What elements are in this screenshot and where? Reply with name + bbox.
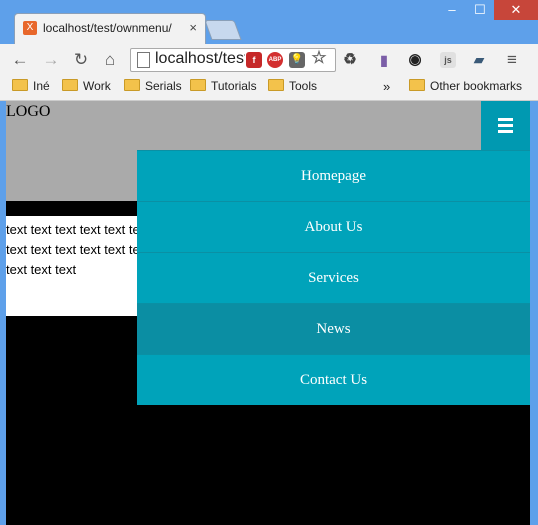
site-logo[interactable]: LOGO xyxy=(6,103,50,121)
page-viewport: LOGO text text text text text text text … xyxy=(6,101,530,525)
bookmark-folder-work[interactable]: Work xyxy=(62,79,111,93)
js-icon[interactable]: js xyxy=(440,52,456,68)
browser-tab[interactable]: X localhost/test/ownmenu/ × xyxy=(14,13,206,45)
bookmarks-bar: Iné Work Serials Tutorials Tools » Other… xyxy=(0,76,538,101)
page-icon xyxy=(137,52,150,68)
hamburger-menu-button[interactable] xyxy=(481,101,530,150)
content-text: text text text text text text text text … xyxy=(6,222,150,277)
bookmark-folder-tutorials[interactable]: Tutorials xyxy=(190,79,257,93)
hamburger-icon xyxy=(498,130,513,133)
close-window-button[interactable]: ✕ xyxy=(494,0,538,20)
chrome-menu-icon[interactable]: ≡ xyxy=(502,50,522,70)
browser-toolbar: ← → ↻ ⌂ localhost/test/ownmenu/ f ABP 💡 … xyxy=(0,44,538,76)
adblock-icon[interactable]: ABP xyxy=(267,52,283,68)
window-titlebar: X localhost/test/ownmenu/ × – ☐ ✕ xyxy=(0,0,538,45)
folder-icon xyxy=(62,79,78,91)
dropdown-nav-menu: Homepage About Us Services News Contact … xyxy=(137,150,530,405)
tab-title: localhost/test/ownmenu/ xyxy=(43,21,172,35)
bookmark-folder-tools[interactable]: Tools xyxy=(268,79,317,93)
url-text[interactable]: localhost/test/ownmenu/ xyxy=(155,50,245,68)
flash-icon[interactable]: f xyxy=(246,52,262,68)
tab-close-icon[interactable]: × xyxy=(189,20,197,35)
recycle-icon[interactable]: ♻ xyxy=(342,52,358,68)
folder-icon xyxy=(12,79,28,91)
menu-item-homepage[interactable]: Homepage xyxy=(137,150,530,201)
home-icon[interactable]: ⌂ xyxy=(100,50,120,70)
folder-icon xyxy=(124,79,140,91)
reload-icon[interactable]: ↻ xyxy=(71,50,91,70)
phone-icon[interactable]: ▮ xyxy=(376,52,392,68)
menu-item-news[interactable]: News xyxy=(137,303,530,354)
folder-icon xyxy=(268,79,284,91)
maximize-button[interactable]: ☐ xyxy=(466,0,494,20)
address-bar[interactable]: localhost/test/ownmenu/ xyxy=(130,48,336,72)
star-icon[interactable]: ☆ xyxy=(311,49,327,66)
bulb-icon[interactable]: 💡 xyxy=(289,52,305,68)
color-wheel-icon[interactable]: ◉ xyxy=(407,52,423,68)
forward-arrow-icon[interactable]: → xyxy=(41,50,61,70)
other-bookmarks-folder[interactable]: Other bookmarks xyxy=(409,79,522,93)
folder-icon xyxy=(190,79,206,91)
minimize-button[interactable]: – xyxy=(438,0,466,20)
new-tab-button[interactable] xyxy=(204,20,242,40)
menu-item-contact-us[interactable]: Contact Us xyxy=(137,354,530,405)
bookmark-folder-serials[interactable]: Serials xyxy=(124,79,182,93)
hamburger-icon xyxy=(498,124,513,127)
xampp-favicon-icon: X xyxy=(23,21,37,35)
bookmark-folder-ine[interactable]: Iné xyxy=(12,79,50,93)
menu-item-services[interactable]: Services xyxy=(137,252,530,303)
back-arrow-icon[interactable]: ← xyxy=(10,50,30,70)
hamburger-icon xyxy=(498,118,513,121)
menu-item-about-us[interactable]: About Us xyxy=(137,201,530,252)
book-icon[interactable]: ▰ xyxy=(471,52,487,68)
bookmarks-overflow-button[interactable]: » xyxy=(383,79,390,94)
folder-icon xyxy=(409,79,425,91)
